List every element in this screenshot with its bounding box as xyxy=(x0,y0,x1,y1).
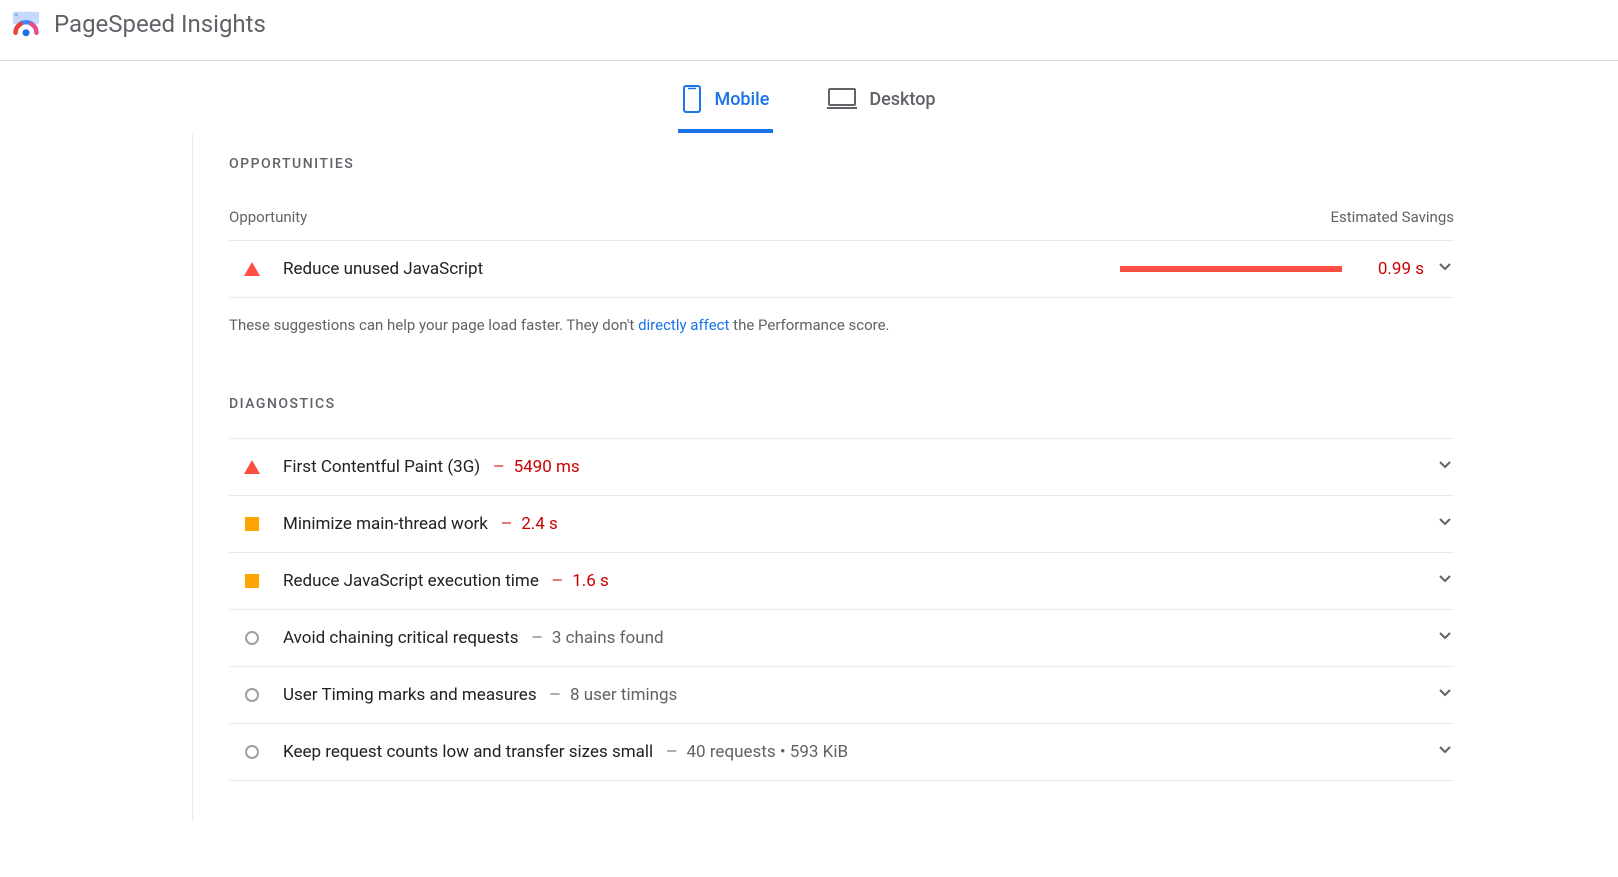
diagnostic-row[interactable]: Reduce JavaScript execution time — 1.6 s xyxy=(229,553,1454,610)
opportunities-heading: OPPORTUNITIES xyxy=(229,156,1454,172)
severity-icon xyxy=(243,260,261,278)
opportunity-column-headers: Opportunity Estimated Savings xyxy=(229,198,1454,241)
severity-icon xyxy=(243,686,261,704)
tab-desktop-label: Desktop xyxy=(869,89,935,110)
chevron-down-icon xyxy=(1438,515,1454,533)
desktop-icon xyxy=(827,87,857,111)
dash-separator: — xyxy=(486,459,507,475)
diagnostic-label: Minimize main-thread work xyxy=(283,514,488,534)
severity-icon xyxy=(243,629,261,647)
severity-icon xyxy=(243,743,261,761)
chevron-down-icon xyxy=(1438,686,1454,704)
diagnostic-row[interactable]: User Timing marks and measures — 8 user … xyxy=(229,667,1454,724)
opportunity-row[interactable]: Reduce unused JavaScript 0.99 s xyxy=(229,241,1454,298)
severity-icon xyxy=(243,572,261,590)
chevron-down-icon xyxy=(1438,260,1454,278)
savings-bar xyxy=(1120,266,1342,272)
note-suffix: the Performance score. xyxy=(729,316,889,334)
diagnostic-detail: 3 chains found xyxy=(552,628,664,648)
diagnostic-row[interactable]: Minimize main-thread work — 2.4 s xyxy=(229,496,1454,553)
app-header: PageSpeed Insights xyxy=(0,0,1618,61)
tab-mobile[interactable]: Mobile xyxy=(678,77,773,133)
diagnostic-row[interactable]: Keep request counts low and transfer siz… xyxy=(229,724,1454,781)
diagnostic-row[interactable]: First Contentful Paint (3G) — 5490 ms xyxy=(229,438,1454,496)
diagnostic-label: Keep request counts low and transfer siz… xyxy=(283,742,653,762)
diagnostic-label: User Timing marks and measures xyxy=(283,685,537,705)
pagespeed-logo-icon xyxy=(12,10,40,38)
device-tabs: Mobile Desktop xyxy=(0,61,1618,134)
mobile-icon xyxy=(682,85,702,113)
tab-mobile-label: Mobile xyxy=(714,89,769,110)
diagnostic-detail: 2.4 s xyxy=(521,514,558,534)
app-title: PageSpeed Insights xyxy=(54,10,266,38)
severity-icon xyxy=(243,458,261,476)
diagnostic-label: First Contentful Paint (3G) xyxy=(283,457,480,477)
chevron-down-icon xyxy=(1438,572,1454,590)
severity-icon xyxy=(243,515,261,533)
dash-separator: — xyxy=(545,573,566,589)
diagnostic-detail: 8 user timings xyxy=(570,685,677,705)
opportunities-note: These suggestions can help your page loa… xyxy=(229,298,1454,394)
col-savings-label: Estimated Savings xyxy=(1331,208,1455,226)
col-opportunity-label: Opportunity xyxy=(229,208,307,226)
report-content: OPPORTUNITIES Opportunity Estimated Savi… xyxy=(192,134,1462,821)
diagnostic-label: Reduce JavaScript execution time xyxy=(283,571,539,591)
chevron-down-icon xyxy=(1438,458,1454,476)
diagnostic-row[interactable]: Avoid chaining critical requests — 3 cha… xyxy=(229,610,1454,667)
diagnostic-detail: 1.6 s xyxy=(572,571,609,591)
dash-separator: — xyxy=(659,744,680,760)
note-prefix: These suggestions can help your page loa… xyxy=(229,316,638,334)
diagnostic-detail: 40 requests • 593 KiB xyxy=(687,742,849,762)
diagnostic-detail: 5490 ms xyxy=(514,457,580,477)
dash-separator: — xyxy=(543,687,564,703)
chevron-down-icon xyxy=(1438,743,1454,761)
tab-desktop[interactable]: Desktop xyxy=(823,77,939,133)
opportunity-label: Reduce unused JavaScript xyxy=(283,259,1120,279)
savings-value: 0.99 s xyxy=(1370,259,1424,279)
chevron-down-icon xyxy=(1438,629,1454,647)
dash-separator: — xyxy=(494,516,515,532)
diagnostics-heading: DIAGNOSTICS xyxy=(229,396,1454,412)
dash-separator: — xyxy=(525,630,546,646)
note-link[interactable]: directly affect xyxy=(638,316,729,334)
diagnostic-label: Avoid chaining critical requests xyxy=(283,628,519,648)
